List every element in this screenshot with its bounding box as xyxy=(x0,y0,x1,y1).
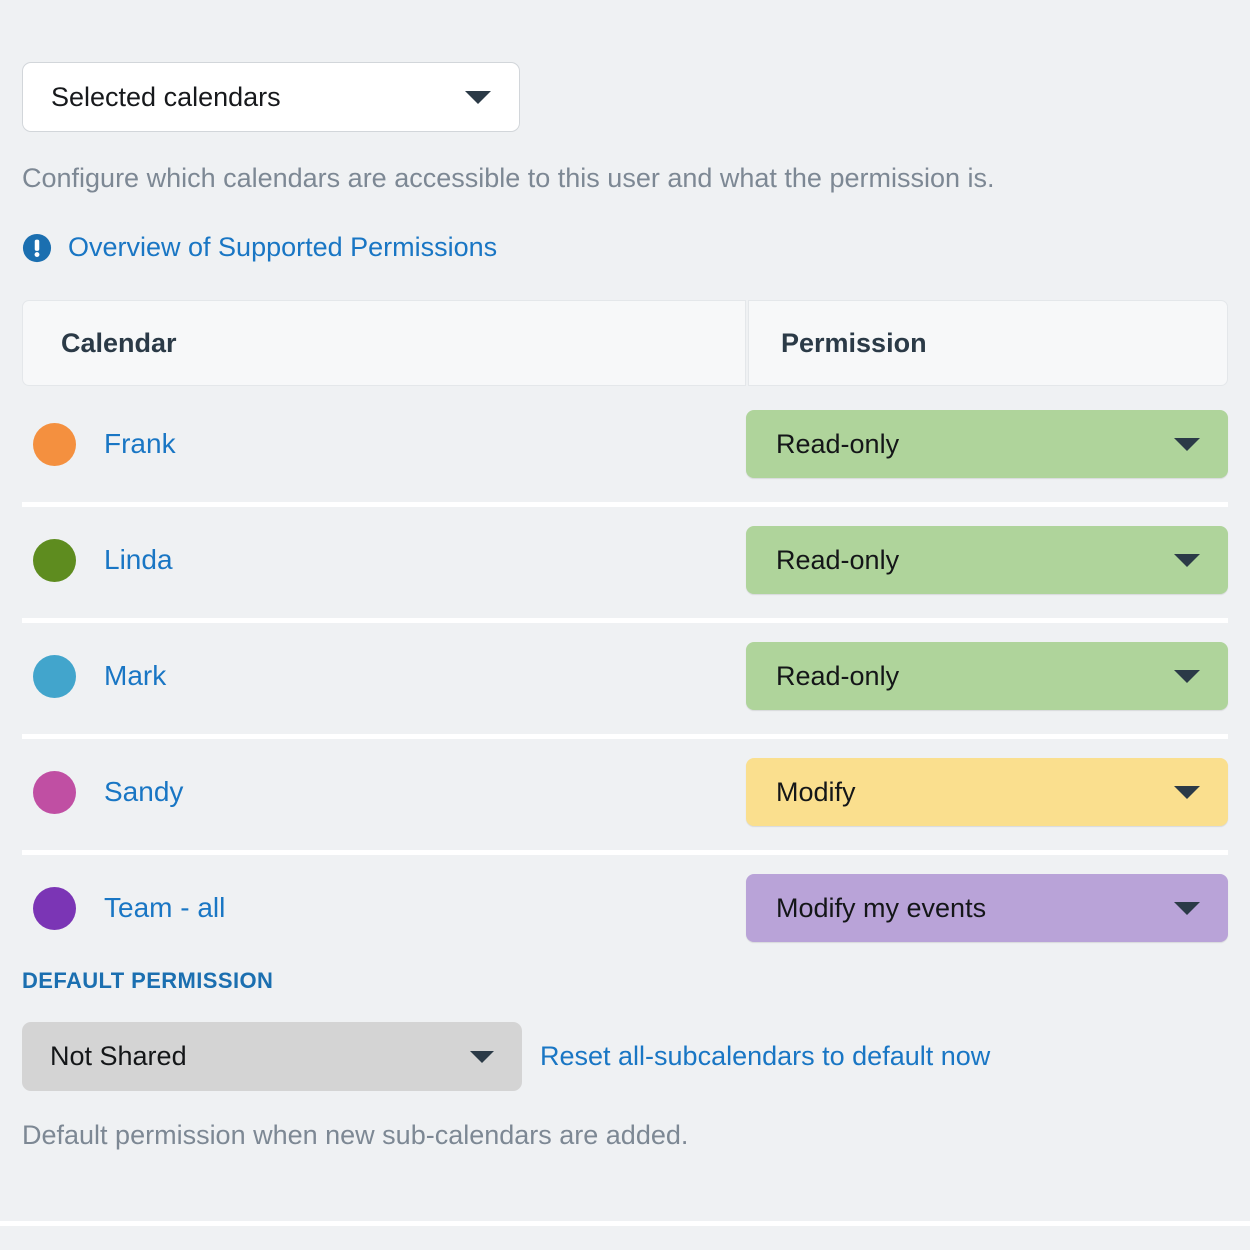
permission-cell: Modify my events xyxy=(746,874,1250,942)
calendar-scope-value: Selected calendars xyxy=(51,81,281,112)
table-row: Linda Read-only xyxy=(0,502,1250,618)
calendar-color-dot-icon xyxy=(33,886,76,930)
calendar-color-dot-icon xyxy=(33,770,76,814)
permission-dropdown[interactable]: Read-only xyxy=(746,526,1228,594)
calendar-name-link[interactable]: Team - all xyxy=(104,892,225,924)
default-permission-note: Default permission when new sub-calendar… xyxy=(22,1120,689,1150)
chevron-down-icon xyxy=(1174,785,1200,799)
permission-value: Read-only xyxy=(776,544,900,575)
permission-value: Read-only xyxy=(776,428,900,459)
chevron-down-icon xyxy=(1174,553,1200,567)
permission-cell: Read-only xyxy=(746,526,1250,594)
calendar-cell: Linda xyxy=(0,538,746,582)
default-permission-dropdown[interactable]: Not Shared xyxy=(22,1022,522,1091)
chevron-down-icon xyxy=(1174,437,1200,451)
calendar-color-dot-icon xyxy=(33,538,76,582)
permissions-table-header: Calendar Permission xyxy=(22,300,1228,386)
calendar-cell: Frank xyxy=(0,422,746,466)
calendar-cell: Team - all xyxy=(0,886,746,930)
permission-cell: Read-only xyxy=(746,410,1250,478)
permission-value: Modify xyxy=(776,776,856,807)
table-row: Frank Read-only xyxy=(0,386,1250,502)
permission-dropdown[interactable]: Read-only xyxy=(746,642,1228,710)
calendar-name-link[interactable]: Frank xyxy=(104,428,176,460)
chevron-down-icon xyxy=(1174,901,1200,915)
permission-value: Modify my events xyxy=(776,892,987,923)
permission-dropdown[interactable]: Modify xyxy=(746,758,1228,826)
permission-dropdown[interactable]: Modify my events xyxy=(746,874,1228,942)
panel-description: Configure which calendars are accessible… xyxy=(22,163,995,193)
calendar-scope-dropdown[interactable]: Selected calendars xyxy=(22,62,520,132)
permission-dropdown[interactable]: Read-only xyxy=(746,410,1228,478)
default-permission-label: DEFAULT PERMISSION xyxy=(22,968,274,993)
chevron-down-icon xyxy=(465,90,491,104)
column-header-calendar: Calendar xyxy=(22,300,746,386)
supported-permissions-link[interactable]: Overview of Supported Permissions xyxy=(22,232,497,263)
calendar-cell: Sandy xyxy=(0,770,746,814)
column-header-permission: Permission xyxy=(748,300,1228,386)
section-divider xyxy=(0,1221,1250,1226)
permissions-table-body: Frank Read-only Linda Read-only Mark Read-onl… xyxy=(0,386,1250,966)
table-row: Mark Read-only xyxy=(0,618,1250,734)
default-permission-row: Not Shared Reset all-subcalendars to def… xyxy=(22,1022,990,1091)
chevron-down-icon xyxy=(470,1050,494,1063)
calendar-cell: Mark xyxy=(0,654,746,698)
reset-subcalendars-link[interactable]: Reset all-subcalendars to default now xyxy=(540,1041,990,1072)
permission-cell: Modify xyxy=(746,758,1250,826)
calendar-color-dot-icon xyxy=(33,654,76,698)
supported-permissions-link-label: Overview of Supported Permissions xyxy=(68,232,498,262)
exclamation-circle-icon xyxy=(22,233,52,262)
table-row: Team - all Modify my events xyxy=(0,850,1250,966)
calendar-name-link[interactable]: Linda xyxy=(104,544,173,576)
permission-cell: Read-only xyxy=(746,642,1250,710)
chevron-down-icon xyxy=(1174,669,1200,683)
calendar-name-link[interactable]: Mark xyxy=(104,660,166,692)
calendar-name-link[interactable]: Sandy xyxy=(104,776,183,808)
permission-value: Read-only xyxy=(776,660,900,691)
calendar-color-dot-icon xyxy=(33,422,76,466)
calendar-permissions-panel: Selected calendars Configure which calen… xyxy=(0,0,1250,1250)
table-row: Sandy Modify xyxy=(0,734,1250,850)
default-permission-value: Not Shared xyxy=(50,1041,187,1071)
